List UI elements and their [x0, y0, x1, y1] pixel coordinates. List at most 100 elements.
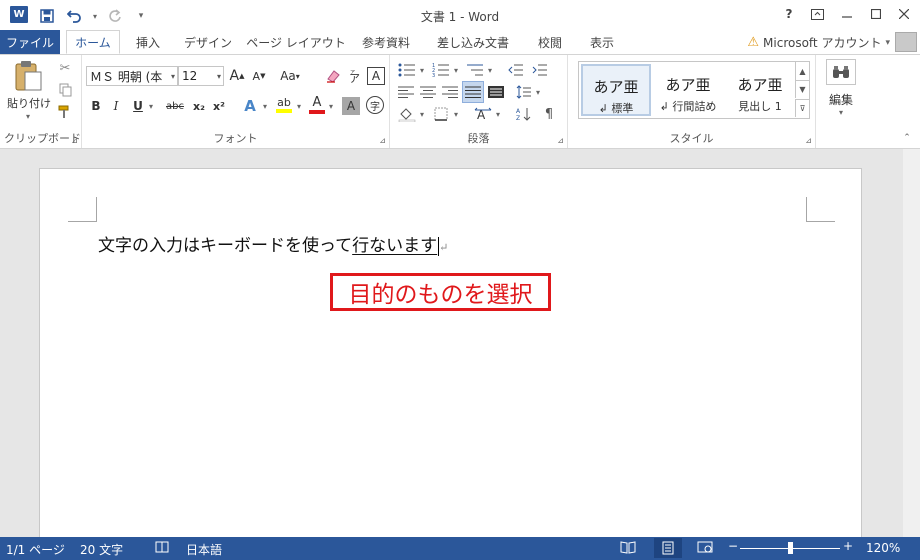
shading-icon[interactable] — [396, 105, 418, 123]
tab-view[interactable]: 表示 — [580, 30, 624, 54]
line-spacing-dropdown-icon[interactable]: ▾ — [534, 83, 542, 101]
undo-dropdown-icon[interactable]: ▾ — [86, 7, 104, 25]
underline-dropdown-icon[interactable]: ▾ — [146, 97, 156, 115]
borders-icon[interactable] — [430, 105, 452, 123]
align-center-icon[interactable] — [418, 83, 438, 101]
ribbon-display-options-button[interactable] — [803, 2, 831, 26]
zoom-out-button[interactable]: − — [728, 539, 738, 553]
customize-qat-icon[interactable]: ▾ — [132, 7, 150, 25]
paste-dropdown-icon[interactable]: ▾ — [22, 111, 34, 121]
text-effects-dropdown-icon[interactable]: ▾ — [260, 97, 270, 115]
bold-button[interactable]: B — [88, 97, 104, 115]
highlight-dropdown-icon[interactable]: ▾ — [294, 97, 304, 115]
grow-font-button[interactable]: A ▲ — [228, 67, 246, 85]
clipboard-launcher-icon[interactable]: ⊿ — [71, 136, 78, 145]
style-heading-1[interactable]: あア亜 見出し 1 — [725, 64, 795, 116]
paragraph-launcher-icon[interactable]: ⊿ — [557, 136, 564, 145]
gallery-scroll-up-icon[interactable]: ▲ — [795, 62, 809, 80]
format-painter-icon[interactable] — [56, 103, 74, 121]
subscript-button[interactable]: x₂ — [190, 97, 208, 115]
web-layout-icon[interactable] — [697, 540, 713, 557]
style-no-spacing[interactable]: あア亜 ↲ 行間詰め — [653, 64, 723, 116]
tab-page-layout[interactable]: ページ レイアウト — [246, 30, 346, 54]
show-marks-icon[interactable]: ¶ — [540, 105, 558, 123]
font-color-button[interactable]: A — [308, 95, 326, 115]
strikethrough-button[interactable]: abc — [162, 97, 188, 115]
maximize-button[interactable] — [862, 2, 890, 26]
print-layout-icon[interactable] — [654, 538, 682, 558]
avatar[interactable] — [895, 32, 917, 52]
align-left-icon[interactable] — [396, 83, 416, 101]
shading-dropdown-icon[interactable]: ▾ — [418, 105, 426, 123]
asian-layout-icon[interactable]: A — [472, 105, 494, 123]
redo-icon[interactable] — [106, 7, 124, 25]
bullets-dropdown-icon[interactable]: ▾ — [418, 61, 426, 79]
clear-formatting-icon[interactable] — [324, 67, 342, 85]
increase-indent-icon[interactable] — [530, 61, 550, 79]
font-size-field[interactable]: 12 ▾ — [178, 66, 224, 86]
word-count[interactable]: 20 文字 — [80, 541, 123, 558]
page-count[interactable]: 1/1 ページ — [6, 541, 65, 558]
zoom-in-button[interactable]: + — [843, 539, 853, 553]
copy-icon[interactable] — [56, 81, 74, 99]
paste-button[interactable]: 貼り付け — [2, 95, 56, 111]
italic-button[interactable]: I — [108, 97, 124, 115]
justify-icon[interactable] — [462, 81, 484, 103]
tab-references[interactable]: 参考資料 — [354, 30, 418, 54]
numbering-dropdown-icon[interactable]: ▾ — [452, 61, 460, 79]
selected-text[interactable]: 行ないます — [352, 236, 437, 256]
proofing-icon[interactable] — [155, 541, 169, 557]
tab-home[interactable]: ホーム — [66, 30, 120, 54]
language-indicator[interactable]: 日本語 — [186, 541, 222, 558]
sort-icon[interactable]: AZ — [514, 105, 534, 123]
gallery-scroll-down-icon[interactable]: ▼ — [795, 80, 809, 98]
bullets-icon[interactable] — [396, 61, 418, 79]
decrease-indent-icon[interactable] — [506, 61, 526, 79]
document-text[interactable]: 文字の入力はキーボードを使って行ないます ↵ — [98, 231, 448, 256]
change-case-button[interactable]: Aa ▾ — [276, 67, 304, 85]
highlight-button[interactable]: ab — [274, 95, 294, 115]
font-color-dropdown-icon[interactable]: ▾ — [326, 97, 336, 115]
help-button[interactable]: ? — [775, 2, 803, 26]
cut-icon[interactable]: ✂ — [56, 59, 74, 77]
multilevel-dropdown-icon[interactable]: ▾ — [486, 61, 494, 79]
zoom-slider-thumb[interactable] — [788, 542, 793, 554]
word-app-icon[interactable]: W — [10, 6, 28, 23]
phonetic-guide-icon[interactable]: アア — [346, 67, 364, 85]
font-launcher-icon[interactable]: ⊿ — [379, 136, 386, 145]
undo-icon[interactable] — [66, 7, 84, 25]
minimize-button[interactable] — [833, 2, 861, 26]
read-mode-icon[interactable] — [620, 540, 636, 557]
borders-dropdown-icon[interactable]: ▾ — [452, 105, 460, 123]
asian-layout-dropdown-icon[interactable]: ▾ — [494, 105, 502, 123]
collapse-ribbon-icon[interactable]: ⌃ — [900, 131, 914, 145]
gallery-more-icon[interactable]: ⊽ — [795, 99, 809, 117]
close-button[interactable] — [890, 2, 918, 26]
text-effects-button[interactable]: A — [240, 97, 260, 115]
zoom-level[interactable]: 120% — [866, 541, 900, 555]
document-page[interactable]: 文字の入力はキーボードを使って行ないます ↵ 目的のものを選択 — [39, 168, 862, 548]
tab-review[interactable]: 校閲 — [528, 30, 572, 54]
character-border-button[interactable]: A — [367, 67, 385, 85]
line-spacing-icon[interactable] — [514, 83, 534, 101]
styles-launcher-icon[interactable]: ⊿ — [805, 136, 812, 145]
distributed-icon[interactable] — [486, 83, 506, 101]
editing-dropdown-icon[interactable]: ▾ — [834, 107, 848, 117]
tab-mailings[interactable]: 差し込み文書 — [428, 30, 518, 54]
font-name-field[interactable]: ＭＳ 明朝 (本 ▾ — [86, 66, 178, 86]
tab-design[interactable]: デザイン — [180, 30, 236, 54]
style-normal[interactable]: あア亜 ↲ 標準 — [581, 64, 651, 116]
character-shading-button[interactable]: A — [342, 97, 360, 115]
editing-button[interactable]: 編集 — [820, 91, 862, 107]
enclose-characters-button[interactable]: 字 — [366, 96, 384, 114]
numbering-icon[interactable]: 123 — [430, 61, 452, 79]
align-right-icon[interactable] — [440, 83, 460, 101]
vertical-scrollbar[interactable] — [903, 149, 920, 537]
save-icon[interactable] — [38, 7, 56, 25]
find-binoculars-icon[interactable] — [826, 59, 856, 85]
underline-button[interactable]: U — [130, 97, 146, 115]
multilevel-list-icon[interactable] — [464, 61, 486, 79]
tab-file[interactable]: ファイル — [0, 30, 60, 54]
tab-insert[interactable]: 挿入 — [124, 30, 172, 54]
shrink-font-button[interactable]: A ▼ — [250, 67, 268, 85]
